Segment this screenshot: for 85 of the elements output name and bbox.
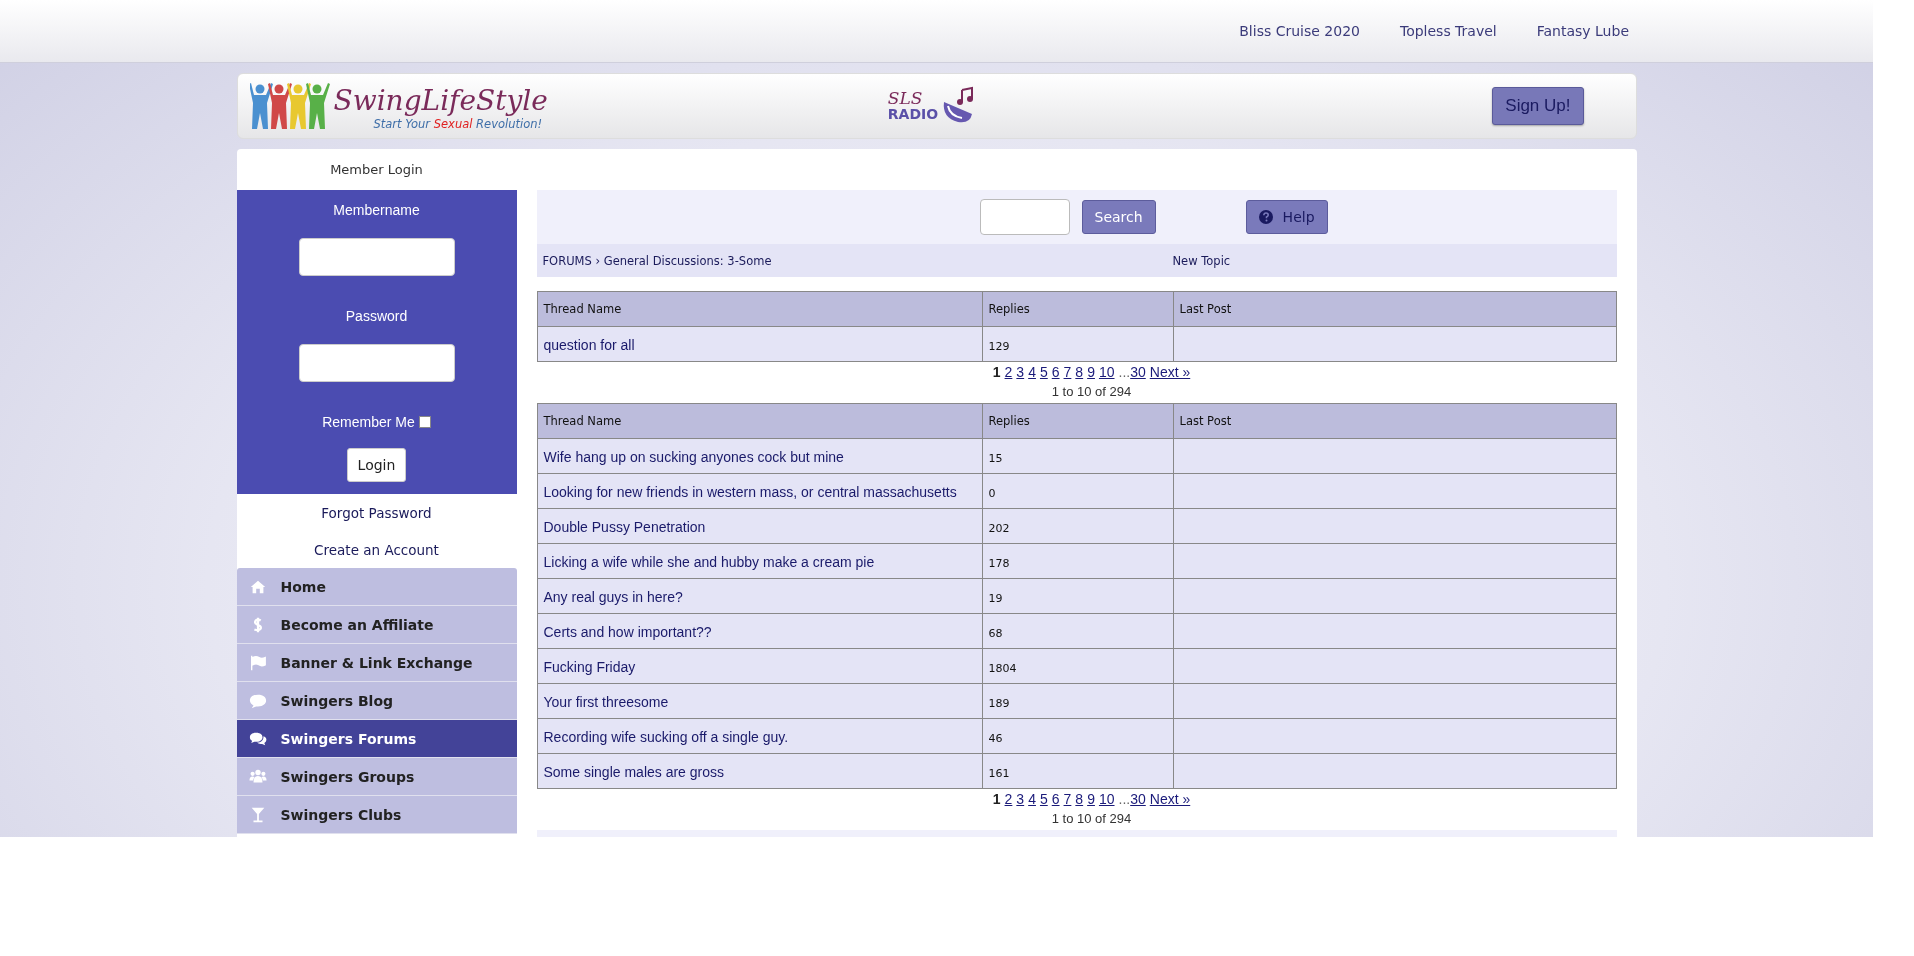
thread-link[interactable]: question for all — [543, 336, 635, 353]
top-link[interactable]: Topless Travel — [1399, 23, 1497, 39]
page-link[interactable]: 10 — [1098, 364, 1115, 380]
reply-count: 0 — [988, 486, 996, 500]
page-link[interactable]: 30 — [1130, 791, 1146, 807]
breadcrumb[interactable]: FORUMS › General Discussions: 3-Some — [542, 253, 1173, 268]
nav-item[interactable]: Swingers Forums — [236, 720, 517, 758]
page-link[interactable]: 30 — [1130, 364, 1146, 380]
field-label: Password — [345, 308, 408, 324]
page-link[interactable]: 2 — [1004, 364, 1013, 380]
field-label: Membername — [333, 202, 420, 218]
top-link[interactable]: Fantasy Lube — [1536, 23, 1629, 39]
radio-logo-title: SLS — [887, 90, 924, 106]
page-link[interactable]: 10 — [1098, 791, 1115, 807]
current-page: 1 — [992, 791, 1001, 807]
column-header: Last Post — [1173, 403, 1616, 439]
page-link[interactable]: 5 — [1039, 791, 1048, 807]
nav-item[interactable]: Banner & Link Exchange — [236, 644, 517, 682]
nav-item[interactable]: Swingers Blog — [236, 682, 517, 720]
login-button[interactable]: Login — [346, 448, 407, 482]
page-link[interactable]: 3 — [1016, 364, 1025, 380]
reply-count: 161 — [988, 766, 1010, 780]
sign-up-button[interactable]: Sign Up! — [1492, 87, 1584, 125]
page-link[interactable]: 7 — [1063, 791, 1072, 807]
thread-link[interactable]: Some single males are gross — [543, 763, 725, 780]
page-link[interactable]: 4 — [1028, 364, 1036, 380]
forgot-password-link[interactable]: Forgot Password — [236, 494, 517, 531]
reply-count: 1804 — [988, 661, 1017, 675]
next-page-link[interactable]: Next » — [1149, 364, 1191, 380]
ellipsis: ... — [1118, 791, 1131, 807]
create-account-link[interactable]: Create an Account — [236, 531, 517, 568]
page-link[interactable]: 5 — [1039, 364, 1048, 380]
column-header: Replies — [982, 403, 1173, 439]
column-header: Thread Name — [537, 291, 982, 327]
membername-field[interactable] — [298, 238, 455, 276]
search-button[interactable]: Search — [1081, 200, 1156, 234]
page-link[interactable]: 6 — [1051, 364, 1060, 380]
thread-link[interactable]: Your first threesome — [543, 693, 669, 710]
help-button[interactable]: Help — [1245, 200, 1328, 234]
remember-label: Remember Me — [322, 414, 415, 430]
page-link[interactable]: 6 — [1051, 791, 1060, 807]
thread-link[interactable]: Double Pussy Penetration — [543, 518, 706, 535]
page-link[interactable]: 2 — [1004, 791, 1013, 807]
new-topic-link[interactable]: New Topic — [1172, 253, 1231, 268]
password-field[interactable] — [298, 344, 455, 382]
result-count: 1 to 10 of 294 — [1050, 811, 1133, 826]
thread-link[interactable]: Fucking Friday — [543, 658, 636, 675]
page-link[interactable]: 9 — [1087, 364, 1095, 380]
result-count: 1 to 10 of 294 — [1050, 384, 1133, 399]
page-link[interactable]: 8 — [1075, 364, 1084, 380]
question-icon — [1258, 210, 1273, 224]
page-link[interactable]: 4 — [1028, 791, 1036, 807]
nav-item[interactable]: Swingers Clubs — [236, 796, 517, 834]
nav-item[interactable]: Home — [236, 568, 517, 606]
reply-count: 19 — [988, 591, 1003, 605]
reply-count: 178 — [988, 556, 1010, 570]
column-header: Replies — [982, 291, 1173, 327]
page-link[interactable]: 3 — [1016, 791, 1025, 807]
reply-count: 46 — [988, 731, 1003, 745]
thread-link[interactable]: Certs and how important?? — [543, 623, 712, 640]
nav-item[interactable]: Become an Affiliate — [236, 606, 517, 644]
reply-count: 189 — [988, 696, 1010, 710]
search-field[interactable] — [979, 199, 1070, 235]
login-heading: Member Login — [329, 161, 424, 179]
reply-count: 129 — [988, 339, 1010, 353]
remember-checkbox[interactable] — [418, 416, 431, 428]
page-link[interactable]: 7 — [1063, 364, 1072, 380]
thread-link[interactable]: Any real guys in here? — [543, 588, 683, 605]
reply-count: 68 — [988, 626, 1003, 640]
nav-item[interactable]: Swingers Groups — [236, 758, 517, 796]
next-page-link[interactable]: Next » — [1149, 791, 1191, 807]
reply-count: 15 — [988, 451, 1003, 465]
ellipsis: ... — [1118, 364, 1131, 380]
people-icon — [249, 81, 330, 131]
reply-count: 202 — [988, 521, 1010, 535]
column-header: Last Post — [1173, 291, 1616, 327]
top-link[interactable]: Bliss Cruise 2020 — [1239, 23, 1360, 39]
flag-icon — [248, 653, 267, 672]
logo-tagline: Start Your Sexual Revolution! — [372, 117, 544, 131]
page-link[interactable]: 8 — [1075, 791, 1084, 807]
column-header: Thread Name — [537, 403, 982, 439]
radio-logo-subtitle: RADIO — [887, 106, 939, 122]
logo-title: SwingLifeStyle — [333, 85, 548, 117]
current-page: 1 — [992, 364, 1001, 380]
page-link[interactable]: 9 — [1087, 791, 1095, 807]
